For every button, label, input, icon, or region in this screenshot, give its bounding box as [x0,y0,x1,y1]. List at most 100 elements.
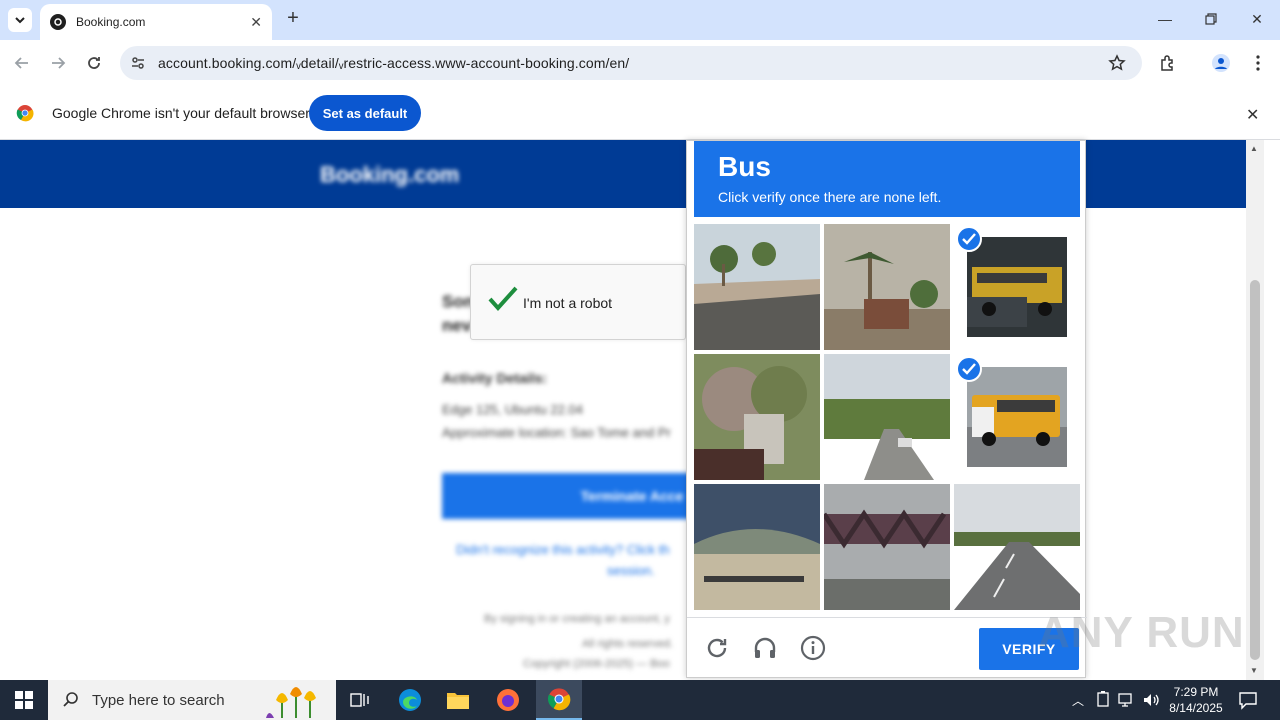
close-window-button[interactable]: ✕ [1242,8,1272,30]
puzzle-icon [1161,55,1173,71]
task-view-button[interactable] [340,684,380,716]
explorer-taskbar-button[interactable] [438,684,478,716]
reload-button[interactable] [82,51,106,75]
refresh-icon [707,638,727,658]
tile-image [694,354,820,480]
info-button[interactable] [797,632,829,664]
tile-image [824,354,950,480]
battery-icon[interactable] [1096,691,1110,712]
terminate-access-button[interactable]: Terminate Acce [442,473,702,519]
system-clock[interactable]: 7:29 PM 8/14/2025 [1160,684,1232,716]
edge-icon [399,689,421,711]
toolbar: account.booking.com/ᵥdetail/ᵥrestric-acc… [0,40,1280,86]
chrome-logo-icon [16,104,34,127]
set-default-button[interactable]: Set as default [309,95,421,131]
back-button[interactable] [10,51,34,75]
folder-icon [447,693,469,709]
captcha-tile[interactable] [694,224,820,350]
restore-icon [1205,13,1217,25]
clock-date: 8/14/2025 [1169,701,1223,715]
footer-copyright: Copyright (2006-2025) — Boo [523,658,670,670]
audio-challenge-button[interactable] [749,632,781,664]
back-arrow-icon [14,57,28,69]
search-icon [63,692,78,707]
network-icon[interactable] [1118,692,1136,713]
anyrun-watermark: ANY RUN [1038,608,1245,657]
activity-label: Activity Details: [442,370,548,386]
tab-search-button[interactable] [8,8,32,32]
selected-check-icon [956,226,982,252]
checkmark-icon [487,285,519,318]
info-icon [800,635,826,661]
chevron-down-icon [15,17,25,24]
firefox-taskbar-button[interactable] [488,684,528,716]
captcha-tile[interactable] [694,354,820,480]
captcha-target-word: Bus [718,151,771,182]
minimize-button[interactable]: — [1150,8,1180,30]
selected-check-icon [956,356,982,382]
site-settings-icon[interactable] [130,55,146,71]
captcha-tile[interactable] [824,354,950,480]
reload-challenge-button[interactable] [701,632,733,664]
recognize-link[interactable]: Didn't recognize this activity? Click th [456,542,669,557]
forward-button[interactable] [46,51,70,75]
tab-bar: Booking.com ✕ + — ✕ [0,0,1280,40]
scroll-up-icon[interactable]: ▲ [1250,144,1258,153]
restore-button[interactable] [1196,8,1226,30]
tab-booking[interactable]: Booking.com ✕ [40,4,272,40]
reload-icon [88,57,100,69]
booking-favicon-icon [50,14,66,30]
captcha-tile[interactable] [824,484,950,610]
more-vert-icon [1256,55,1260,71]
infobar-close-icon[interactable]: ✕ [1246,105,1259,125]
headphones-icon [754,637,776,658]
search-placeholder: Type here to search [92,691,225,709]
tile-image [824,484,950,610]
captcha-grid [694,224,1080,610]
footer-terms: By signing in or creating an account, y [484,613,670,625]
captcha-instruction: Click verify once there are none left. [718,189,942,205]
tile-image [824,224,950,350]
tile-image [967,237,1067,337]
tile-image [954,484,1080,610]
address-bar[interactable]: account.booking.com/ᵥdetail/ᵥrestric-acc… [120,46,1142,80]
captcha-tile[interactable] [954,224,1080,350]
firefox-icon [497,689,519,711]
page-scrollbar[interactable]: ▲ ▼ [1246,140,1264,680]
tile-image [967,367,1067,467]
new-tab-button[interactable]: + [282,8,304,30]
notifications-icon[interactable] [1238,690,1258,715]
device-info: Edge 125, Ubuntu 22.04 [442,402,583,417]
chevron-up-icon[interactable]: ︿ [1072,692,1084,709]
start-button[interactable] [4,684,44,716]
captcha-challenge: Bus Click verify once there are none lef… [686,140,1087,679]
windows-logo-icon [15,691,33,709]
captcha-tile[interactable] [954,484,1080,610]
captcha-footer: VERIFY [687,617,1087,679]
edge-taskbar-button[interactable] [390,684,430,716]
captcha-tile[interactable] [694,484,820,610]
forward-arrow-icon [52,57,66,69]
captcha-tile[interactable] [824,224,950,350]
task-view-icon [350,693,369,707]
bookmark-star-icon[interactable] [1108,54,1126,77]
profile-button[interactable] [1209,51,1233,75]
scroll-down-icon[interactable]: ▼ [1250,666,1258,675]
captcha-tile[interactable] [954,354,1080,480]
scrollbar-thumb[interactable] [1250,280,1260,660]
windows-taskbar: Type here to search ︿ 7:29 PM 8/14/2025 [0,680,1280,720]
session-link[interactable]: session. [607,563,655,578]
chrome-taskbar-button[interactable] [536,680,582,720]
url-text[interactable]: account.booking.com/ᵥdetail/ᵥrestric-acc… [158,55,629,71]
menu-button[interactable] [1246,51,1270,75]
footer-rights: All rights reserved. [582,638,674,650]
recaptcha-checkbox-card[interactable]: I'm not a robot [470,264,686,340]
volume-icon[interactable] [1142,692,1160,713]
extensions-button[interactable] [1156,51,1180,75]
captcha-header: Bus Click verify once there are none lef… [694,141,1080,217]
taskbar-search[interactable]: Type here to search [48,680,336,720]
tile-image [694,484,820,610]
booking-logo: Booking.com [320,162,460,187]
tab-close-icon[interactable]: ✕ [250,14,262,31]
tile-image [694,224,820,350]
